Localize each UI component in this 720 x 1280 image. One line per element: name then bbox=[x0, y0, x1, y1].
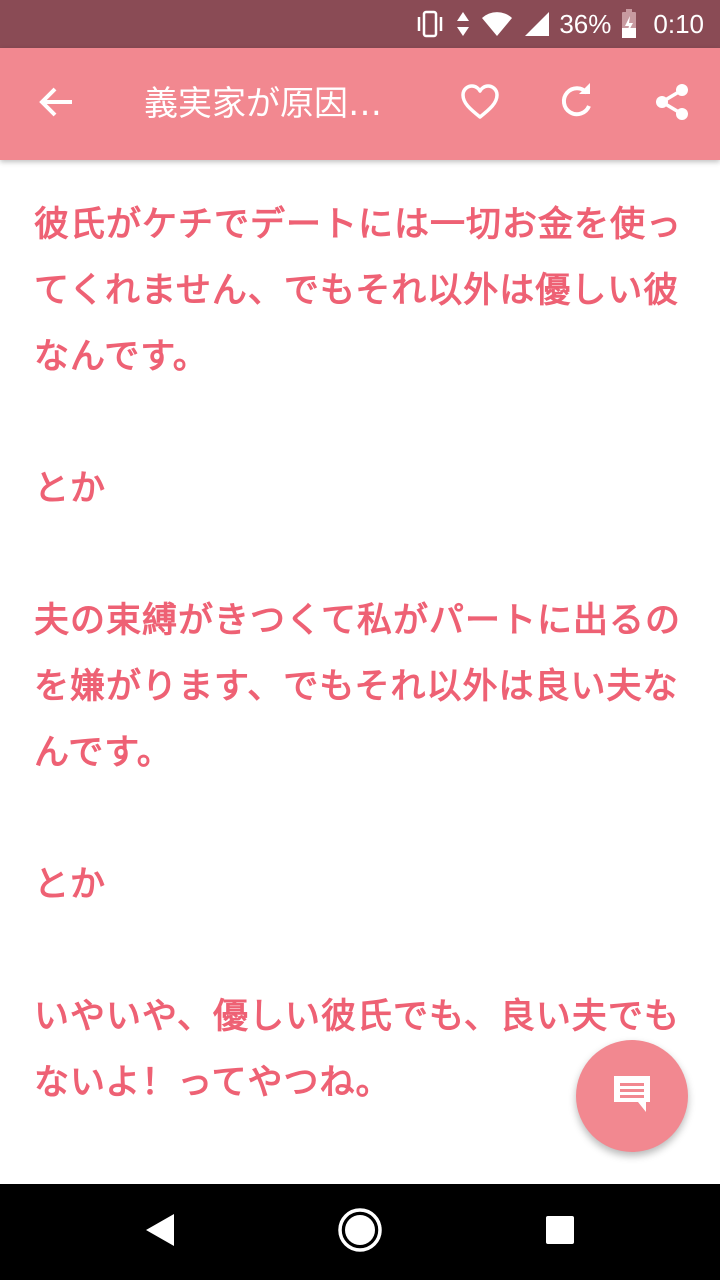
share-button[interactable] bbox=[644, 76, 700, 132]
nav-back-icon bbox=[140, 1210, 180, 1254]
nav-recents-button[interactable] bbox=[532, 1204, 588, 1260]
nav-home-icon bbox=[336, 1206, 384, 1258]
share-icon bbox=[652, 82, 692, 126]
vibrate-icon bbox=[415, 10, 445, 38]
article-body: 彼氏がケチでデートには一切お金を使ってくれません、でもそれ以外は優しい彼なんです… bbox=[0, 160, 720, 1184]
wifi-icon bbox=[481, 10, 513, 38]
refresh-button[interactable] bbox=[548, 76, 604, 132]
clock: 0:10 bbox=[653, 8, 704, 39]
status-bar: 36% 0:10 bbox=[0, 0, 720, 48]
back-button[interactable] bbox=[24, 76, 88, 132]
app-bar: 義実家が原因… bbox=[0, 48, 720, 160]
favorite-button[interactable] bbox=[452, 76, 508, 132]
comment-fab-button[interactable] bbox=[576, 1040, 688, 1152]
paragraph-3: 夫の束縛がきつくて私がパートに出るのを嫌がります、でもそれ以外は良い夫なんです。 bbox=[34, 601, 681, 773]
nav-home-button[interactable] bbox=[332, 1204, 388, 1260]
paragraph-1: 彼氏がケチでデートには一切お金を使ってくれません、でもそれ以外は優しい彼なんです… bbox=[34, 205, 683, 377]
battery-percent: 36% bbox=[559, 8, 612, 39]
refresh-icon bbox=[556, 82, 596, 126]
paragraph-4: とか bbox=[34, 865, 107, 905]
battery-charging-icon bbox=[621, 9, 637, 39]
nav-back-button[interactable] bbox=[132, 1204, 188, 1260]
back-arrow-icon bbox=[36, 82, 76, 126]
comment-icon bbox=[610, 1072, 654, 1120]
heart-icon bbox=[460, 83, 500, 125]
data-arrows-icon bbox=[455, 10, 471, 38]
navigation-bar bbox=[0, 1184, 720, 1280]
nav-recents-icon bbox=[543, 1213, 577, 1251]
paragraph-2: とか bbox=[34, 469, 107, 509]
signal-icon bbox=[523, 10, 551, 38]
page-title: 義実家が原因… bbox=[144, 84, 382, 124]
